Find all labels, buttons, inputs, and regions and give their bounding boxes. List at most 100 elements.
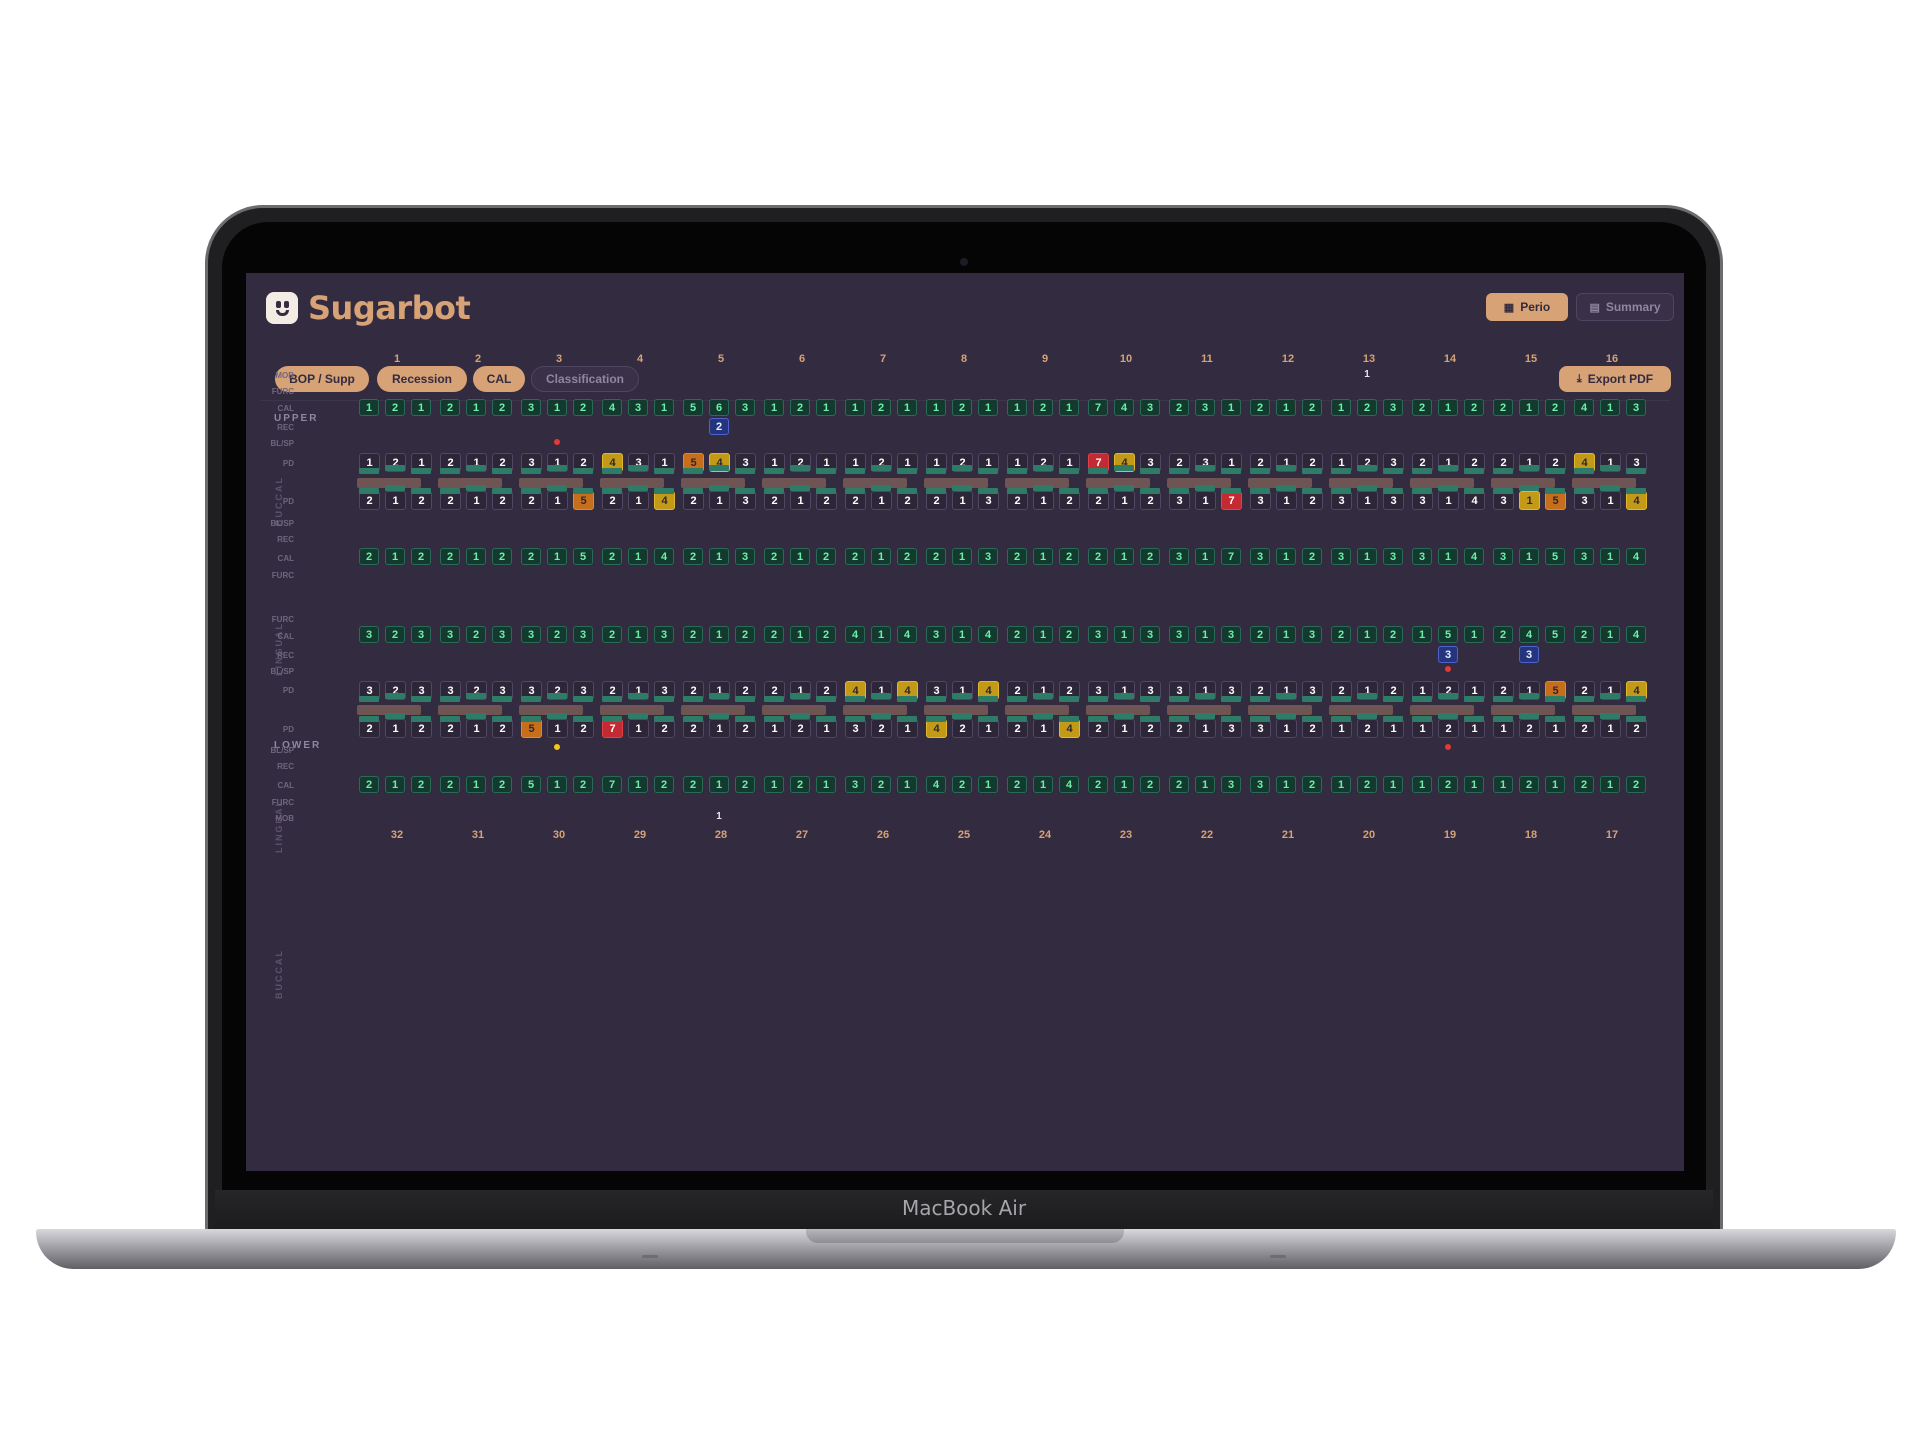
pocket-depth-cell[interactable]: 1	[1600, 719, 1621, 738]
pocket-depth-cell[interactable]: 2	[790, 719, 811, 738]
cal-cell[interactable]: 1	[871, 626, 891, 643]
filter-cal[interactable]: CAL	[473, 366, 525, 392]
tooth-number[interactable]: 12	[1268, 353, 1308, 365]
cal-cell[interactable]: 1	[1195, 776, 1215, 793]
cal-cell[interactable]: 5	[573, 548, 593, 565]
cal-cell[interactable]: 2	[492, 399, 512, 416]
tooth-number[interactable]: 2	[458, 353, 498, 365]
pocket-depth-cell[interactable]: 1	[1519, 491, 1540, 510]
tooth-number[interactable]: 25	[944, 829, 984, 841]
cal-cell[interactable]: 3	[1221, 626, 1241, 643]
cal-cell[interactable]: 5	[521, 776, 541, 793]
cal-cell[interactable]: 1	[1600, 399, 1620, 416]
recession-cell[interactable]: 3	[1519, 646, 1539, 663]
cal-cell[interactable]: 2	[1140, 548, 1160, 565]
cal-cell[interactable]: 2	[654, 776, 674, 793]
cal-cell[interactable]: 2	[466, 626, 486, 643]
cal-cell[interactable]: 2	[845, 548, 865, 565]
cal-cell[interactable]: 1	[466, 548, 486, 565]
cal-cell[interactable]: 5	[1545, 626, 1565, 643]
tooth-number[interactable]: 6	[782, 353, 822, 365]
cal-cell[interactable]: 1	[952, 548, 972, 565]
cal-cell[interactable]: 3	[735, 399, 755, 416]
cal-cell[interactable]: 2	[1169, 776, 1189, 793]
tooth-number[interactable]: 31	[458, 829, 498, 841]
cal-cell[interactable]: 2	[1412, 399, 1432, 416]
pocket-depth-cell[interactable]: 1	[1114, 491, 1135, 510]
cal-cell[interactable]: 2	[1331, 626, 1351, 643]
cal-cell[interactable]: 2	[492, 776, 512, 793]
pocket-depth-cell[interactable]: 1	[709, 719, 730, 738]
cal-cell[interactable]: 1	[709, 626, 729, 643]
cal-cell[interactable]: 2	[952, 776, 972, 793]
cal-cell[interactable]: 1	[952, 626, 972, 643]
cal-cell[interactable]: 1	[1331, 776, 1351, 793]
tooth-number[interactable]: 8	[944, 353, 984, 365]
cal-cell[interactable]: 2	[735, 626, 755, 643]
cal-cell[interactable]: 4	[1626, 626, 1646, 643]
cal-cell[interactable]: 3	[735, 548, 755, 565]
cal-cell[interactable]: 2	[440, 776, 460, 793]
cal-cell[interactable]: 1	[466, 399, 486, 416]
cal-cell[interactable]: 1	[628, 626, 648, 643]
cal-cell[interactable]: 3	[654, 626, 674, 643]
cal-cell[interactable]: 3	[1250, 548, 1270, 565]
cal-cell[interactable]: 2	[359, 548, 379, 565]
pocket-depth-cell[interactable]: 1	[547, 491, 568, 510]
cal-cell[interactable]: 3	[926, 626, 946, 643]
cal-cell[interactable]: 3	[628, 399, 648, 416]
cal-cell[interactable]: 1	[978, 399, 998, 416]
cal-cell[interactable]: 1	[1519, 399, 1539, 416]
cal-cell[interactable]: 2	[440, 399, 460, 416]
cal-cell[interactable]: 5	[1438, 626, 1458, 643]
cal-cell[interactable]: 2	[790, 399, 810, 416]
cal-cell[interactable]: 2	[573, 399, 593, 416]
cal-cell[interactable]: 7	[1088, 399, 1108, 416]
cal-cell[interactable]: 1	[1114, 548, 1134, 565]
pocket-depth-cell[interactable]: 1	[466, 491, 487, 510]
cal-cell[interactable]: 2	[816, 626, 836, 643]
cal-cell[interactable]: 1	[1438, 399, 1458, 416]
cal-cell[interactable]: 1	[1059, 399, 1079, 416]
cal-cell[interactable]: 1	[1412, 776, 1432, 793]
cal-cell[interactable]: 2	[735, 776, 755, 793]
cal-cell[interactable]: 1	[1600, 548, 1620, 565]
cal-cell[interactable]: 4	[978, 626, 998, 643]
cal-cell[interactable]: 2	[602, 626, 622, 643]
pocket-depth-cell[interactable]: 1	[547, 719, 568, 738]
tooth-number[interactable]: 3	[539, 353, 579, 365]
cal-cell[interactable]: 2	[1302, 399, 1322, 416]
cal-cell[interactable]: 1	[1114, 776, 1134, 793]
cal-cell[interactable]: 3	[1140, 626, 1160, 643]
cal-cell[interactable]: 2	[440, 548, 460, 565]
cal-cell[interactable]: 2	[1574, 626, 1594, 643]
cal-cell[interactable]: 2	[359, 776, 379, 793]
cal-cell[interactable]: 2	[521, 548, 541, 565]
cal-cell[interactable]: 3	[1088, 626, 1108, 643]
cal-cell[interactable]: 3	[1626, 399, 1646, 416]
cal-cell[interactable]: 2	[1545, 399, 1565, 416]
cal-cell[interactable]: 1	[764, 399, 784, 416]
cal-cell[interactable]: 1	[411, 399, 431, 416]
cal-cell[interactable]: 1	[1195, 626, 1215, 643]
cal-cell[interactable]: 4	[1519, 626, 1539, 643]
cal-cell[interactable]: 2	[1059, 626, 1079, 643]
cal-cell[interactable]: 1	[1493, 776, 1513, 793]
pocket-depth-cell[interactable]: 2	[1357, 719, 1378, 738]
cal-cell[interactable]: 1	[816, 776, 836, 793]
cal-cell[interactable]: 2	[602, 548, 622, 565]
cal-cell[interactable]: 3	[359, 626, 379, 643]
cal-cell[interactable]: 2	[1250, 626, 1270, 643]
pocket-depth-cell[interactable]: 1	[952, 491, 973, 510]
cal-cell[interactable]: 1	[1221, 399, 1241, 416]
pocket-depth-cell[interactable]: 1	[628, 491, 649, 510]
cal-cell[interactable]: 1	[1438, 548, 1458, 565]
cal-cell[interactable]: 2	[1007, 548, 1027, 565]
cal-cell[interactable]: 1	[1357, 548, 1377, 565]
cal-cell[interactable]: 3	[440, 626, 460, 643]
cal-cell[interactable]: 1	[1007, 399, 1027, 416]
cal-cell[interactable]: 1	[1276, 626, 1296, 643]
cal-cell[interactable]: 2	[1250, 399, 1270, 416]
cal-cell[interactable]: 1	[871, 548, 891, 565]
cal-cell[interactable]: 1	[1357, 626, 1377, 643]
